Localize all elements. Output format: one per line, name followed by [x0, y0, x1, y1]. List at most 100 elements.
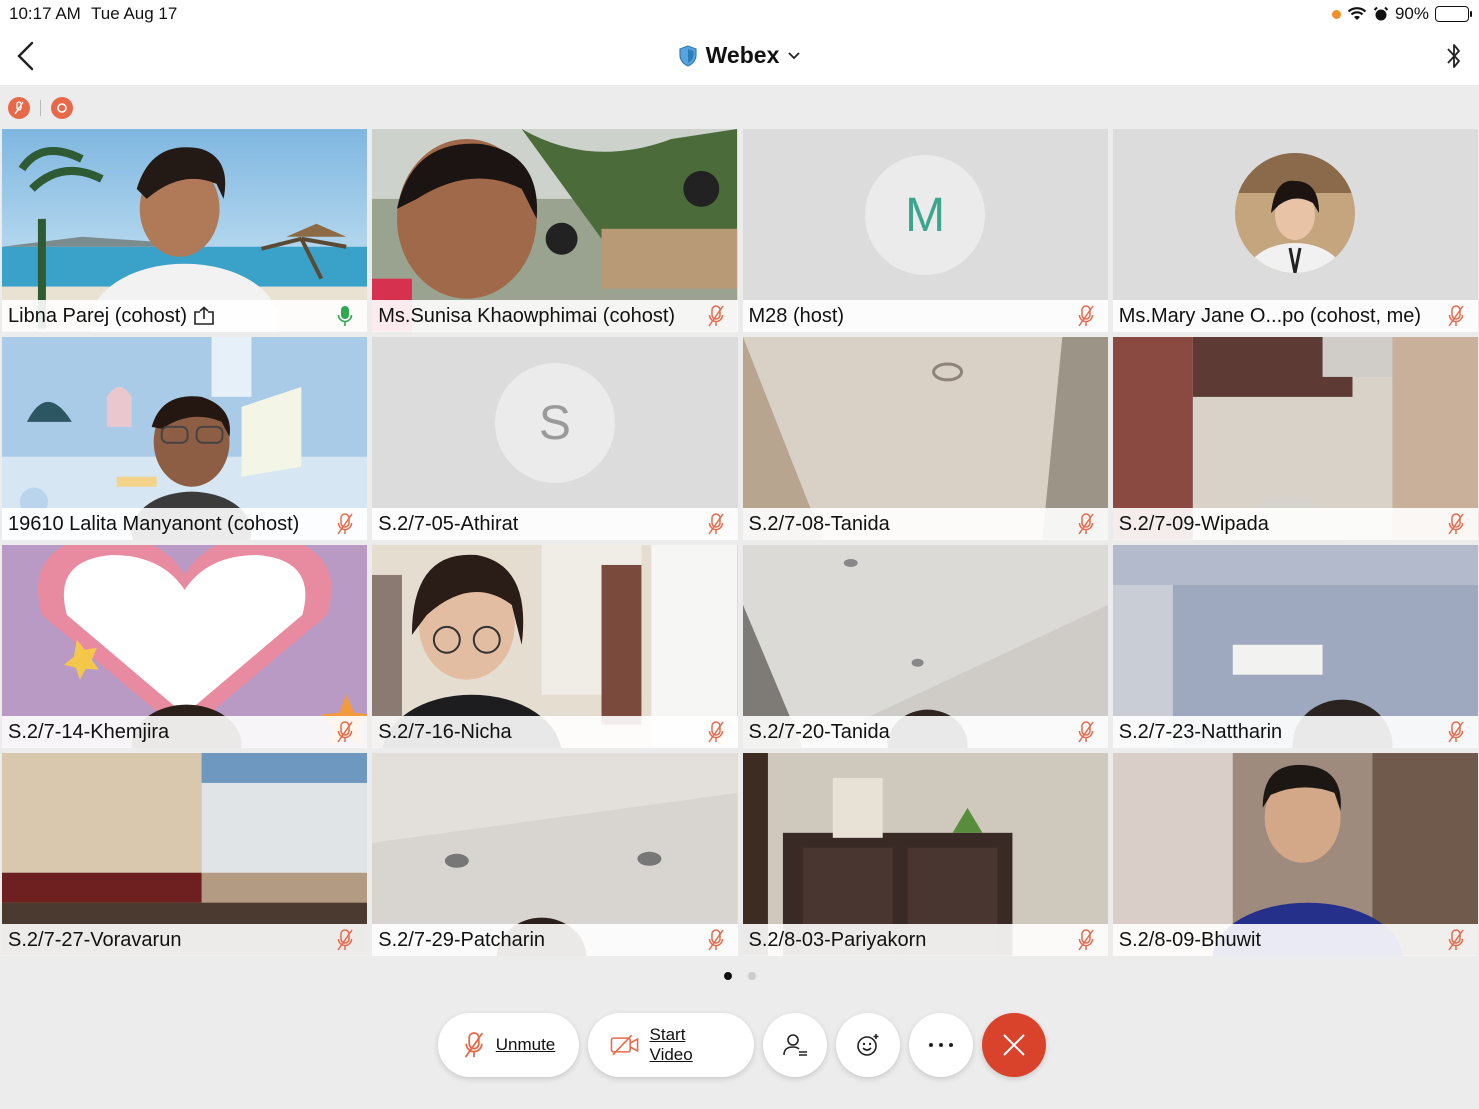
- mic-active-icon: [337, 306, 353, 326]
- unmute-button[interactable]: Unmute: [438, 1013, 579, 1077]
- start-video-button[interactable]: Start Video: [588, 1013, 754, 1077]
- page-dot-2[interactable]: [747, 972, 756, 980]
- navigation-bar: Webex: [0, 28, 1479, 85]
- participant-tile[interactable]: Ms.Mary Jane O...po (cohost, me): [1112, 129, 1478, 332]
- page-indicator[interactable]: [0, 972, 1479, 980]
- recording-dot-icon: [1331, 9, 1341, 19]
- participant-namebar: Ms.Sunisa Khaowphimai (cohost): [372, 300, 738, 332]
- participant-tile[interactable]: S.2/7-09-Wipada: [1112, 337, 1478, 540]
- video-grid: Libna Parej (cohost) Ms.Sunisa Khaowphim…: [2, 129, 1478, 956]
- participant-name: S.2/7-23-Nattharin: [1118, 720, 1283, 743]
- mic-muted-icon: [1448, 513, 1464, 535]
- participant-namebar: S.2/8-09-Bhuwit: [1112, 924, 1478, 956]
- mic-muted-icon: [1078, 721, 1094, 743]
- avatar-initial: S: [538, 396, 571, 450]
- participant-namebar: S.2/7-08-Tanida: [742, 508, 1108, 540]
- participant-tile[interactable]: S.2/8-03-Pariyakorn: [742, 753, 1108, 956]
- status-bar: 10:17 AM Tue Aug 17 90%: [0, 0, 1479, 28]
- leave-meeting-button[interactable]: [982, 1013, 1046, 1077]
- participant-name: S.2/7-16-Nicha: [378, 720, 512, 743]
- shield-icon: [679, 44, 697, 67]
- participant-name: Libna Parej (cohost): [8, 304, 187, 327]
- mic-muted-icon: [1448, 721, 1464, 743]
- more-options-button[interactable]: [909, 1013, 973, 1077]
- participant-tile[interactable]: S.2/7-14-Khemjira: [2, 545, 368, 748]
- participant-tile[interactable]: M M28 (host): [742, 129, 1108, 332]
- participant-tile[interactable]: Ms.Sunisa Khaowphimai (cohost): [372, 129, 738, 332]
- participant-avatar: S: [494, 363, 615, 483]
- close-icon: [1003, 1034, 1025, 1056]
- mic-muted-icon: [1448, 929, 1464, 951]
- participant-tile[interactable]: 19610 Lalita Manyanont (cohost): [2, 337, 368, 540]
- participant-namebar: S.2/7-23-Nattharin: [1112, 716, 1478, 748]
- meeting-controls: Unmute Start Video: [438, 1013, 1046, 1077]
- muted-indicator-icon: [8, 97, 30, 119]
- more-dots-icon: [929, 1043, 953, 1047]
- recording-indicator-icon: [51, 97, 73, 119]
- participant-namebar: S.2/7-14-Khemjira: [2, 716, 368, 748]
- participant-namebar: Ms.Mary Jane O...po (cohost, me): [1112, 300, 1478, 332]
- participant-tile[interactable]: S.2/7-20-Tanida: [742, 545, 1108, 748]
- participant-namebar: 19610 Lalita Manyanont (cohost): [2, 508, 368, 540]
- participant-avatar: [1235, 153, 1356, 273]
- emoji-icon: [857, 1034, 879, 1056]
- meeting-title-dropdown[interactable]: Webex: [0, 42, 1479, 69]
- participant-name: Ms.Mary Jane O...po (cohost, me): [1118, 304, 1422, 327]
- participants-button[interactable]: [763, 1013, 827, 1077]
- start-video-label: Start Video: [649, 1025, 693, 1064]
- participant-tile[interactable]: S.2/7-27-Voravarun: [2, 753, 368, 956]
- participant-name: S.2/7-08-Tanida: [748, 512, 890, 535]
- mic-muted-icon: [464, 1032, 483, 1058]
- participant-name: S.2/7-20-Tanida: [748, 720, 890, 743]
- mic-muted-icon: [707, 513, 724, 535]
- share-screen-icon: [194, 306, 214, 325]
- alarm-icon: [1373, 6, 1389, 21]
- meeting-title: Webex: [705, 42, 780, 68]
- participant-namebar: M28 (host): [742, 300, 1108, 332]
- indicator-divider: [40, 100, 41, 116]
- participant-namebar: S.2/7-16-Nicha: [372, 716, 738, 748]
- participant-tile[interactable]: S.2/7-23-Nattharin: [1112, 545, 1478, 748]
- mic-muted-icon: [337, 513, 353, 535]
- participant-name: Ms.Sunisa Khaowphimai (cohost): [378, 304, 676, 327]
- participant-tile[interactable]: Libna Parej (cohost): [2, 129, 368, 332]
- participant-tile[interactable]: S.2/7-16-Nicha: [372, 545, 738, 748]
- participant-name: S.2/7-05-Athirat: [378, 512, 519, 535]
- participant-name: S.2/7-14-Khemjira: [8, 720, 170, 743]
- mic-muted-icon: [337, 721, 353, 743]
- mic-muted-icon: [1078, 513, 1094, 535]
- participant-name: S.2/7-27-Voravarun: [8, 928, 182, 951]
- reactions-button[interactable]: [836, 1013, 900, 1077]
- participant-tile[interactable]: S S.2/7-05-Athirat: [372, 337, 738, 540]
- participant-name: 19610 Lalita Manyanont (cohost): [8, 512, 300, 535]
- participant-avatar: M: [865, 155, 986, 275]
- participant-namebar: S.2/7-05-Athirat: [372, 508, 738, 540]
- status-date: Tue Aug 17: [91, 4, 178, 23]
- status-time: 10:17 AM: [9, 4, 81, 23]
- page-dot-1[interactable]: [723, 972, 732, 980]
- participant-namebar: Libna Parej (cohost): [2, 300, 368, 332]
- participant-name: S.2/8-09-Bhuwit: [1118, 928, 1262, 951]
- participant-namebar: S.2/7-27-Voravarun: [2, 924, 368, 956]
- mic-muted-icon: [1448, 305, 1464, 327]
- mic-muted-icon: [707, 721, 724, 743]
- meeting-indicators: [8, 97, 73, 119]
- unmute-label: Unmute: [495, 1035, 556, 1054]
- participant-tile[interactable]: S.2/7-08-Tanida: [742, 337, 1108, 540]
- participant-namebar: S.2/7-29-Patcharin: [372, 924, 738, 956]
- participant-namebar: S.2/8-03-Pariyakorn: [742, 924, 1108, 956]
- mic-muted-icon: [337, 929, 353, 951]
- video-off-icon: [610, 1034, 639, 1056]
- bluetooth-icon[interactable]: [1445, 40, 1463, 72]
- participant-name: M28 (host): [748, 304, 845, 327]
- status-indicators: 90%: [1331, 4, 1472, 24]
- battery-percent: 90%: [1394, 4, 1429, 23]
- wifi-icon: [1347, 7, 1367, 20]
- mic-muted-icon: [1078, 929, 1094, 951]
- participant-tile[interactable]: S.2/7-29-Patcharin: [372, 753, 738, 956]
- participant-name: S.2/7-09-Wipada: [1118, 512, 1269, 535]
- avatar-initial: M: [905, 188, 946, 242]
- mic-muted-icon: [707, 305, 724, 327]
- participants-icon: [783, 1034, 807, 1056]
- participant-tile[interactable]: S.2/8-09-Bhuwit: [1112, 753, 1478, 956]
